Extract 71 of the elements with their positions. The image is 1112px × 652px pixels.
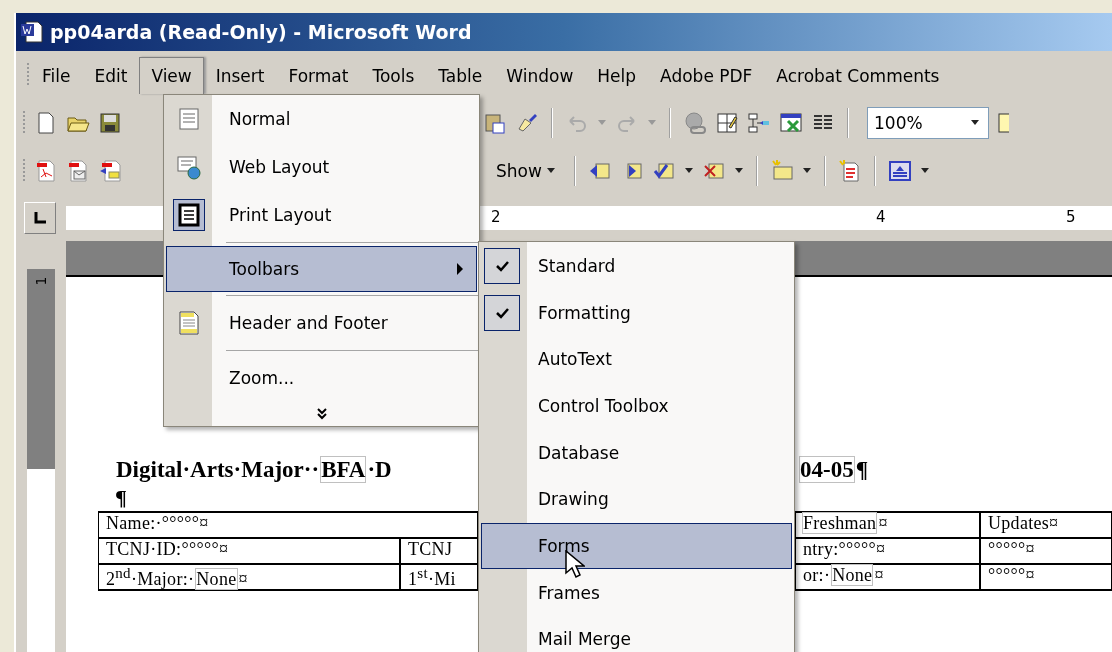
menu-item[interactable]: Header and Footer [166,299,477,347]
tab-selector-button[interactable] [24,202,56,234]
print-layout-icon [176,202,202,228]
dropdown-caret-icon[interactable] [683,168,694,174]
menu-item[interactable]: AutoText [481,336,792,382]
menu-item[interactable]: Acrobat Comments [764,56,952,94]
dropdown-caret-icon[interactable] [970,120,980,126]
menu-item[interactable]: Help [585,56,649,94]
menu-item[interactable]: Forms [481,523,792,569]
caret-icon [545,168,556,174]
ruler-number: 4 [876,208,886,226]
menu-item[interactable]: Zoom... [166,354,477,402]
table-cell: °°°°°¤ [980,539,1112,565]
menu-item[interactable]: Normal [166,95,477,143]
ruler-number: 1 [33,276,49,286]
table-cell: Name:·°°°°°¤ [98,513,478,539]
table-cell: or:·None¤ [795,565,980,591]
menu-item[interactable]: Database [481,429,792,476]
header-footer-icon [176,310,202,336]
spreadsheet-icon[interactable] [779,111,803,135]
check-icon [495,259,509,272]
paragraph-mark: ¶ [115,485,127,511]
table-cell: Updates¤ [980,513,1112,539]
menu-item[interactable]: Mail Merge [481,616,792,652]
menu-item[interactable]: Web Layout [166,143,477,191]
table-pencil-icon[interactable] [715,111,739,135]
menu-item[interactable]: Insert [203,56,277,94]
pdf-document-icon[interactable] [34,159,58,183]
paste-icon[interactable] [483,111,507,135]
menu-item[interactable]: Table [426,56,495,94]
menu-item[interactable]: Edit [82,56,140,94]
zoom-dropdown[interactable]: 100% [867,107,989,139]
word-document-icon [20,20,44,44]
menu-item[interactable]: Format [276,56,361,94]
menu-item[interactable]: Control Toolbox [481,383,792,429]
menu-item[interactable]: Adobe PDF [648,56,765,94]
dropdown-caret-icon[interactable] [801,168,812,174]
left-tab-icon [33,211,47,225]
ruler-number: 5 [1066,208,1076,226]
mouse-pointer-icon [565,550,585,580]
menu-item[interactable]: Toolbars [166,246,477,292]
pdf-mail-icon[interactable] [66,159,90,183]
table-cell: °°°°°¤ [980,565,1112,591]
expand-menu-icon[interactable] [315,407,328,421]
menu-item[interactable]: Print Layout [166,191,477,239]
table-cell: TCNJ·ID:°°°°°¤ [98,539,400,565]
window-title: pp04arda (Read-Only) - Microsoft Word [50,21,472,43]
reviewing-pane-icon[interactable] [887,159,912,183]
dropdown-caret-icon[interactable] [919,168,930,174]
pdf-comment-icon[interactable] [98,159,122,183]
menu-item[interactable]: Frames [481,569,792,616]
menu-item[interactable]: Window [494,56,586,94]
menu-item[interactable]: Tools [360,56,427,94]
menu-item[interactable]: Formatting [481,289,792,336]
table-cell: Freshman¤ [795,513,980,539]
menu-item[interactable]: View [139,56,204,94]
ruler-number: 2 [491,208,501,226]
insert-table-icon[interactable] [747,111,771,135]
web-layout-icon [176,154,202,180]
dropdown-caret-icon[interactable] [733,168,744,174]
table-cell: 2$^{nd}$·Major:·None¤ [98,565,400,591]
show-button[interactable]: Show [490,161,562,181]
submenu-arrow-icon [456,263,464,275]
menu-item[interactable]: Drawing [481,476,792,523]
check-icon [495,306,509,319]
normal-view-icon [176,106,202,132]
menu-item[interactable]: File [30,56,83,94]
menu-item[interactable]: Standard [481,243,792,289]
track-changes-icon[interactable] [837,159,862,183]
document-heading: 04-05¶ [799,457,870,483]
save-icon[interactable] [98,111,122,135]
